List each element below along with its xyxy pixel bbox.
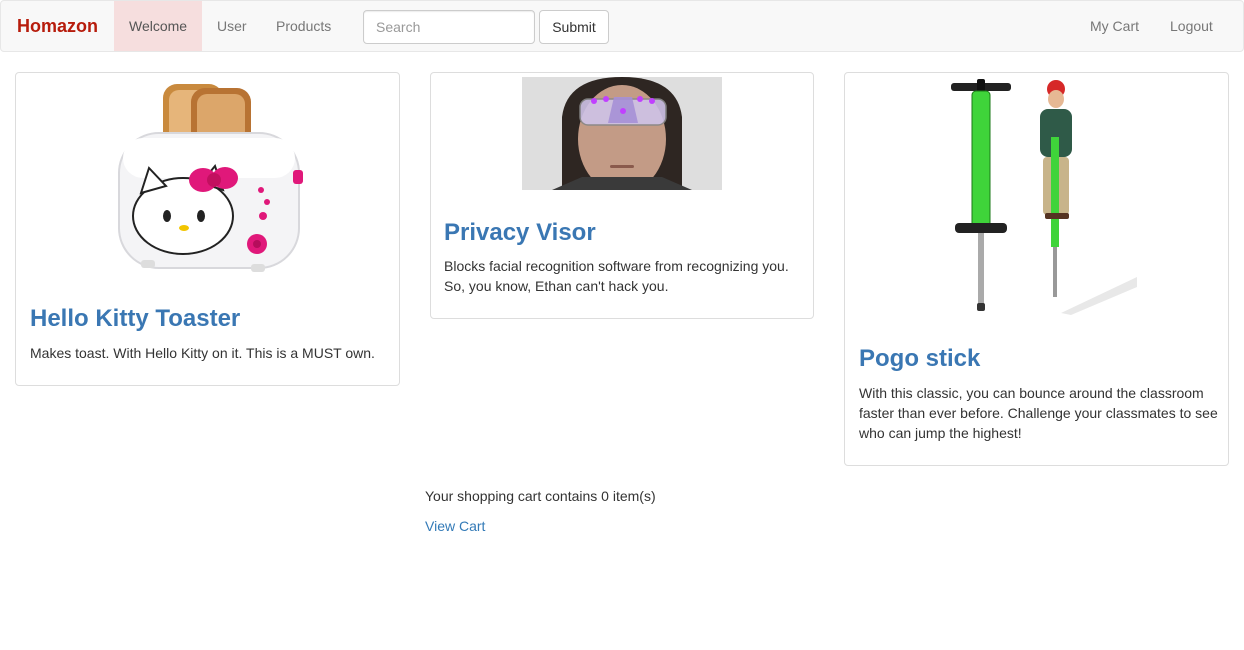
search-input[interactable] bbox=[363, 10, 535, 44]
product-card-pogo: Pogo stick With this classic, you can bo… bbox=[844, 72, 1229, 466]
visor-person-image[interactable] bbox=[522, 77, 722, 190]
product-description: Blocks facial recognition software from … bbox=[444, 258, 789, 294]
cart-summary: Your shopping cart contains 0 item(s) bbox=[425, 488, 656, 504]
navbar: Homazon Welcome User Products Submit My … bbox=[0, 0, 1244, 52]
pogo-stick-image[interactable] bbox=[941, 77, 1141, 317]
toaster-image[interactable] bbox=[111, 78, 306, 278]
submit-button[interactable]: Submit bbox=[539, 10, 609, 44]
nav-products[interactable]: Products bbox=[261, 1, 346, 51]
product-title[interactable]: Privacy Visor bbox=[444, 219, 596, 247]
brand-logo[interactable]: Homazon bbox=[17, 16, 98, 37]
product-description: Makes toast. With Hello Kitty on it. Thi… bbox=[30, 345, 375, 361]
nav-welcome[interactable]: Welcome bbox=[114, 1, 203, 51]
nav-my-cart[interactable]: My Cart bbox=[1075, 1, 1154, 51]
product-title[interactable]: Hello Kitty Toaster bbox=[30, 305, 240, 333]
product-description: With this classic, you can bounce around… bbox=[859, 385, 1218, 441]
view-cart-link[interactable]: View Cart bbox=[425, 518, 485, 534]
product-card-visor: Privacy Visor Blocks facial recognition … bbox=[430, 72, 814, 319]
nav-user[interactable]: User bbox=[202, 1, 262, 51]
product-title[interactable]: Pogo stick bbox=[859, 345, 980, 373]
nav-logout[interactable]: Logout bbox=[1155, 1, 1228, 51]
product-card-toaster: Hello Kitty Toaster Makes toast. With He… bbox=[15, 72, 400, 386]
